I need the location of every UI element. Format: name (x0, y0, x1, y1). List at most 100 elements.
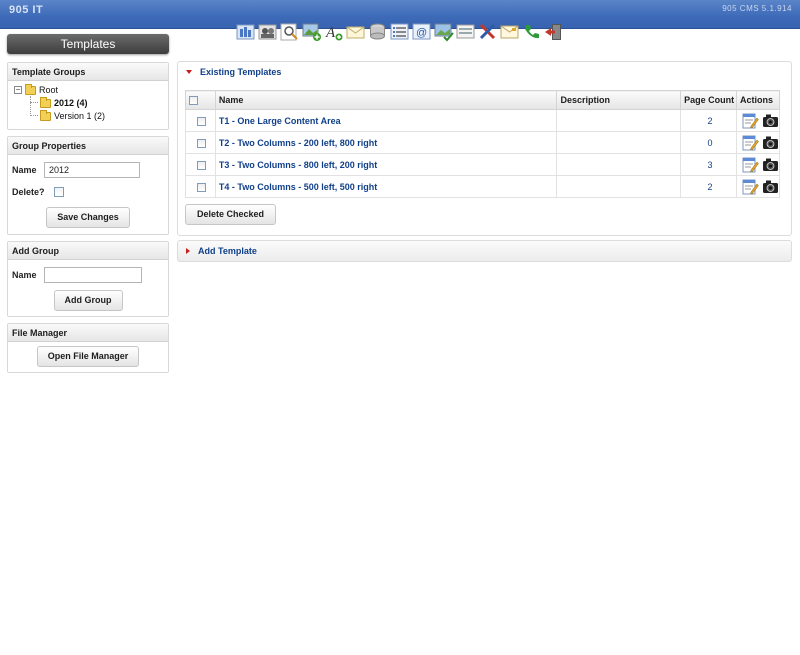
phone-icon[interactable] (521, 21, 542, 42)
tree-node-version-1[interactable]: Version 1 (2) (40, 109, 106, 121)
row-checkbox[interactable] (197, 160, 207, 170)
row-actions (736, 153, 780, 176)
open-file-manager-button[interactable]: Open File Manager (36, 346, 140, 367)
image-check-icon[interactable] (433, 21, 454, 42)
template-page-count[interactable]: 3 (680, 153, 737, 176)
template-description (556, 131, 682, 154)
add-group-panel: Add Group Name Add Group (7, 241, 169, 317)
version-label: 905 CMS 5.1.914 (722, 4, 792, 13)
row-checkbox[interactable] (197, 116, 207, 126)
edit-icon[interactable] (742, 178, 759, 195)
add-template-header[interactable]: Add Template (178, 241, 791, 261)
template-description (556, 153, 682, 176)
expand-arrow-icon (186, 248, 190, 254)
text-add-icon[interactable]: A (323, 21, 344, 42)
mail-icon[interactable] (345, 21, 366, 42)
delete-group-checkbox[interactable] (54, 187, 64, 197)
email-icon[interactable]: @ (411, 21, 432, 42)
add-group-name-label: Name (12, 270, 37, 280)
group-name-input[interactable] (44, 162, 140, 178)
tree-node-label: Version 1 (2) (54, 111, 106, 121)
row-select-cell (185, 131, 216, 154)
delete-checked-button[interactable]: Delete Checked (185, 204, 277, 225)
sitemap-icon[interactable] (235, 21, 256, 42)
users-icon[interactable] (257, 21, 278, 42)
tree-connector (30, 96, 31, 116)
column-header-page-count[interactable]: Page Count (680, 90, 737, 110)
template-groups-header: Template Groups (8, 63, 168, 81)
delete-label: Delete? (12, 187, 45, 197)
section-title: Add Template (198, 246, 257, 256)
template-name-link[interactable]: T3 - Two Columns - 800 left, 200 right (214, 153, 558, 176)
envelope-icon[interactable] (499, 21, 520, 42)
template-page-count[interactable]: 2 (680, 175, 737, 198)
main-toolbar: A @ (235, 21, 564, 43)
file-manager-panel: File Manager Open File Manager (7, 323, 169, 373)
column-header-description[interactable]: Description (556, 90, 682, 110)
folder-icon (40, 109, 51, 121)
template-groups-panel: Template Groups − Root 2012 (4) Version … (7, 62, 169, 130)
table-row: T2 - Two Columns - 200 left, 800 right 0 (185, 131, 780, 154)
table-row: T4 - Two Columns - 500 left, 500 right 2 (185, 175, 780, 198)
camera-icon[interactable] (762, 156, 779, 173)
folder-icon (40, 96, 51, 108)
image-add-icon[interactable] (301, 21, 322, 42)
group-properties-panel: Group Properties Name Delete? Save Chang… (7, 136, 169, 235)
camera-icon[interactable] (762, 178, 779, 195)
tree-node-root[interactable]: − Root (14, 83, 59, 95)
row-select-cell (185, 175, 216, 198)
section-title: Existing Templates (200, 67, 282, 77)
group-name-label: Name (12, 165, 37, 175)
collapse-icon[interactable]: − (14, 86, 22, 94)
template-name-link[interactable]: T1 - One Large Content Area (214, 109, 558, 132)
column-header-name[interactable]: Name (214, 90, 558, 110)
existing-templates-section: Existing Templates Name Description Page… (177, 61, 792, 236)
template-group-tree: − Root 2012 (4) Version 1 (2) (12, 83, 164, 125)
tools-icon[interactable] (477, 21, 498, 42)
edit-icon[interactable] (742, 156, 759, 173)
table-row: T1 - One Large Content Area 2 (185, 109, 780, 132)
add-group-button[interactable]: Add Group (53, 290, 123, 311)
select-all-header (185, 90, 216, 110)
template-page-count[interactable]: 0 (680, 131, 737, 154)
sidebar: Templates Template Groups − Root 2012 (4… (7, 34, 169, 379)
template-page-count[interactable]: 2 (680, 109, 737, 132)
list-icon[interactable] (389, 21, 410, 42)
add-group-name-input[interactable] (44, 267, 142, 283)
database-icon[interactable] (367, 21, 388, 42)
templates-table: Name Description Page Count Actions T1 -… (185, 90, 780, 198)
camera-icon[interactable] (762, 112, 779, 129)
row-select-cell (185, 109, 216, 132)
sidebar-title: Templates (7, 34, 169, 54)
tree-connector (30, 102, 38, 103)
add-template-section: Add Template (177, 240, 792, 262)
collapse-arrow-icon (186, 70, 192, 74)
tree-node-2012[interactable]: 2012 (4) (40, 96, 88, 108)
form-icon[interactable] (455, 21, 476, 42)
existing-templates-header[interactable]: Existing Templates (178, 62, 791, 82)
row-actions (736, 175, 780, 198)
edit-icon[interactable] (742, 112, 759, 129)
svg-text:A: A (325, 25, 336, 41)
logout-icon[interactable] (543, 21, 564, 42)
template-name-link[interactable]: T2 - Two Columns - 200 left, 800 right (214, 131, 558, 154)
row-checkbox[interactable] (197, 138, 207, 148)
row-actions (736, 109, 780, 132)
tree-connector (30, 115, 38, 116)
select-all-checkbox[interactable] (189, 96, 198, 106)
template-description (556, 175, 682, 198)
template-description (556, 109, 682, 132)
tree-node-label: Root (39, 85, 59, 95)
edit-icon[interactable] (742, 134, 759, 151)
search-icon[interactable] (279, 21, 300, 42)
camera-icon[interactable] (762, 134, 779, 151)
row-actions (736, 131, 780, 154)
add-group-header: Add Group (8, 242, 168, 260)
folder-icon (25, 83, 36, 95)
template-name-link[interactable]: T4 - Two Columns - 500 left, 500 right (214, 175, 558, 198)
column-header-actions: Actions (736, 90, 780, 110)
save-changes-button[interactable]: Save Changes (46, 207, 130, 228)
row-checkbox[interactable] (197, 182, 207, 192)
group-properties-header: Group Properties (8, 137, 168, 155)
tree-node-label: 2012 (4) (54, 98, 88, 108)
